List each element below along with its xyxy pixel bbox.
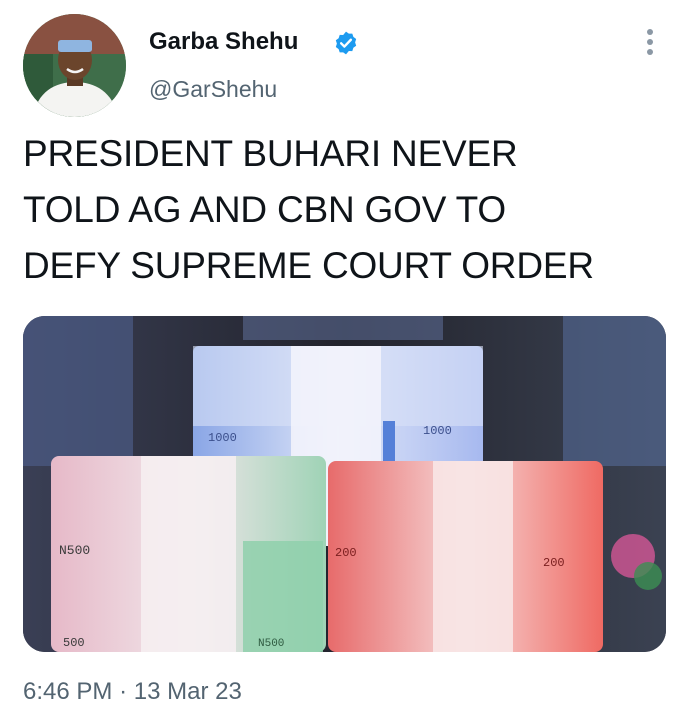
verified-badge-icon	[335, 31, 357, 55]
tweet-timestamp[interactable]: 6:46 PM · 13 Mar 23	[23, 678, 242, 706]
more-dot	[647, 39, 653, 45]
more-options-icon[interactable]	[640, 26, 660, 60]
author-avatar[interactable]	[23, 14, 126, 117]
naira-notes-photo: 1000 1000 N500 500 N500 200 200	[23, 316, 666, 652]
profile-photo	[23, 14, 126, 117]
author-name[interactable]: Garba Shehu	[149, 28, 298, 56]
note-label: N500	[59, 543, 90, 558]
more-dot	[647, 29, 653, 35]
tweet-text-line: TOLD AG AND CBN GOV TO	[23, 189, 506, 230]
tweet-text-line: DEFY SUPREME COURT ORDER	[23, 245, 594, 286]
tweet-photo[interactable]: 1000 1000 N500 500 N500 200 200	[23, 316, 666, 652]
note-label: 500	[63, 636, 85, 650]
note-label: 200	[543, 556, 565, 570]
tweet-text-line: PRESIDENT BUHARI NEVER	[23, 133, 518, 174]
author-handle[interactable]: @GarShehu	[149, 76, 277, 103]
tweet-time: 6:46 PM	[23, 678, 113, 705]
timestamp-separator: ·	[119, 678, 128, 705]
note-label: 200	[335, 546, 357, 560]
note-label: 1000	[208, 431, 237, 445]
note-label: N500	[258, 638, 284, 650]
note-label: 1000	[423, 424, 452, 438]
tweet-text: PRESIDENT BUHARI NEVER TOLD AG AND CBN G…	[23, 126, 673, 294]
tweet-date: 13 Mar 23	[133, 678, 242, 705]
more-dot	[647, 49, 653, 55]
